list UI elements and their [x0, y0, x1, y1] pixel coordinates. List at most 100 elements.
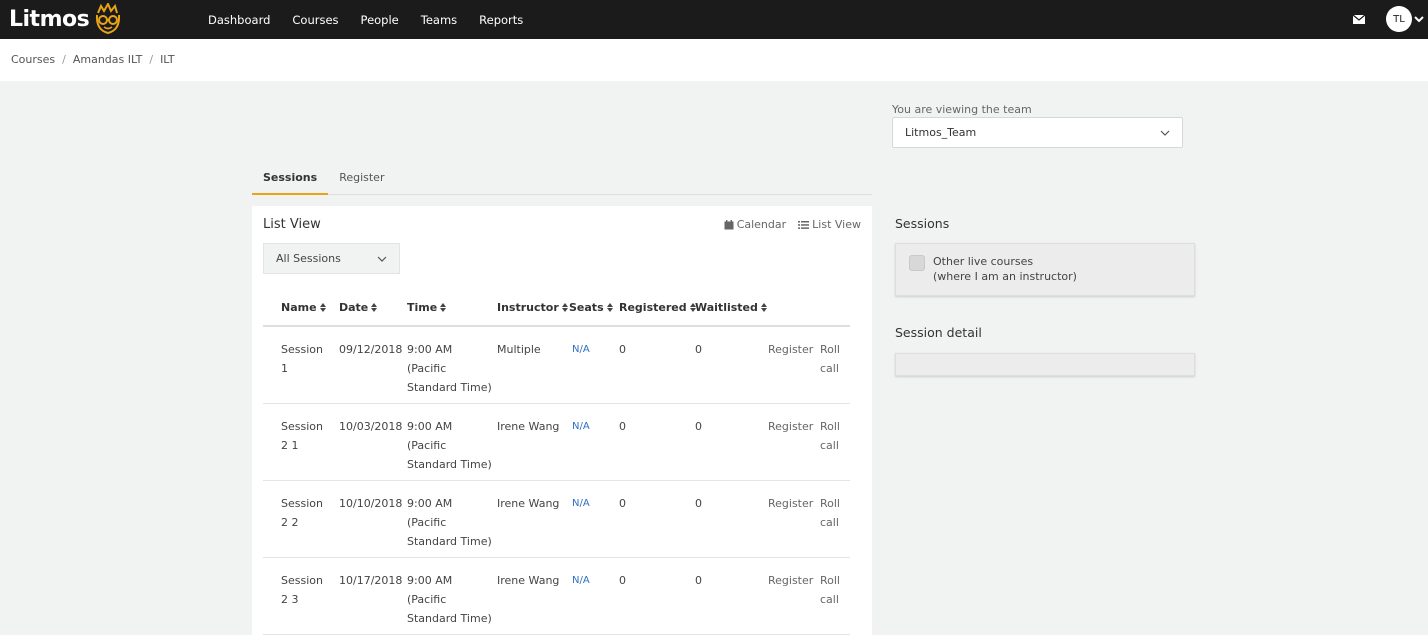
breadcrumb-separator: /: [149, 53, 154, 66]
session-detail-panel: [895, 353, 1195, 376]
table-row: Session 2 3 10/17/2018 9:00 AM (Pacific …: [263, 558, 850, 635]
sort-icon: [440, 303, 447, 312]
session-seats: N/A: [572, 344, 590, 355]
main-nav: Dashboard Courses People Teams Reports: [208, 0, 545, 39]
session-seats: N/A: [572, 421, 590, 432]
nav-people[interactable]: People: [361, 13, 399, 27]
filter-selected-value: All Sessions: [276, 252, 341, 265]
calendar-view-link[interactable]: Calendar: [724, 218, 786, 231]
session-seats: N/A: [572, 575, 590, 586]
calendar-icon: [724, 219, 734, 229]
tab-bar: Sessions Register: [252, 167, 872, 195]
sessions-side-title: Sessions: [895, 216, 950, 231]
column-header-time[interactable]: Time: [407, 301, 447, 314]
session-date: 09/12/2018: [339, 343, 403, 356]
column-label: Waitlisted: [695, 301, 758, 314]
team-label: You are viewing the team: [892, 103, 1032, 116]
table-row: Session 1 09/12/2018 9:00 AM (Pacific St…: [263, 327, 850, 404]
breadcrumb-separator: /: [62, 53, 66, 66]
column-label: Time: [407, 301, 438, 314]
roll-call-link[interactable]: Roll call: [820, 571, 846, 609]
column-header-registered[interactable]: Registered: [619, 301, 696, 314]
team-selected-value: Litmos_Team: [905, 126, 977, 139]
session-instructor: Irene Wang: [497, 497, 560, 510]
chevron-down-icon: [377, 256, 387, 262]
sort-icon: [319, 303, 326, 312]
session-time: 9:00 AM (Pacific Standard Time): [407, 574, 492, 625]
sort-icon: [561, 303, 568, 312]
view-switcher: Calendar List View: [712, 218, 861, 231]
session-instructor: Multiple: [497, 343, 541, 356]
table-row: Session 2 1 10/03/2018 9:00 AM (Pacific …: [263, 404, 850, 481]
column-header-date[interactable]: Date: [339, 301, 378, 314]
mail-icon[interactable]: [1352, 12, 1366, 26]
calendar-link-label: Calendar: [736, 218, 787, 231]
nav-reports[interactable]: Reports: [479, 13, 523, 27]
session-waitlisted: 0: [695, 497, 702, 510]
session-registered: 0: [619, 343, 626, 356]
logo-text: Litmos: [9, 6, 90, 32]
top-navbar: Litmos Dashboard Courses People Teams Re…: [0, 0, 1428, 39]
chevron-down-icon: [1160, 130, 1170, 136]
sort-icon: [760, 303, 767, 312]
checkbox-label-line: (where I am an instructor): [933, 270, 1077, 283]
session-waitlisted: 0: [695, 343, 702, 356]
list-link-label: List View: [812, 218, 861, 231]
session-registered: 0: [619, 497, 626, 510]
session-seats: N/A: [572, 498, 590, 509]
other-live-courses-label[interactable]: Other live courses (where I am an instru…: [933, 254, 1077, 284]
nav-courses[interactable]: Courses: [292, 13, 338, 27]
breadcrumb-courses[interactable]: Courses: [11, 53, 55, 66]
nav-teams[interactable]: Teams: [421, 13, 457, 27]
register-link[interactable]: Register: [768, 571, 813, 590]
roll-call-link[interactable]: Roll call: [820, 494, 846, 532]
session-name: Session 2 3: [281, 574, 323, 606]
session-filter-dropdown[interactable]: All Sessions: [263, 243, 400, 274]
litmos-logo[interactable]: Litmos: [9, 3, 123, 35]
column-header-seats[interactable]: Seats: [569, 301, 613, 314]
column-label: Name: [281, 301, 317, 314]
session-name: Session 2 2: [281, 497, 323, 529]
list-view-title: List View: [263, 217, 321, 232]
breadcrumb: Courses / Amandas ILT / ILT: [11, 53, 175, 66]
session-time: 9:00 AM (Pacific Standard Time): [407, 497, 492, 548]
session-instructor: Irene Wang: [497, 420, 560, 433]
breadcrumb-current: ILT: [160, 53, 175, 66]
session-instructor: Irene Wang: [497, 574, 560, 587]
column-header-instructor[interactable]: Instructor: [497, 301, 568, 314]
checkbox-label-line: Other live courses: [933, 255, 1034, 268]
session-date: 10/10/2018: [339, 497, 403, 510]
session-time: 9:00 AM (Pacific Standard Time): [407, 343, 492, 394]
roll-call-link[interactable]: Roll call: [820, 340, 846, 378]
sessions-list-card: List View Calendar List View All Session…: [252, 206, 872, 635]
column-label: Date: [339, 301, 369, 314]
roll-call-link[interactable]: Roll call: [820, 417, 846, 455]
session-date: 10/17/2018: [339, 574, 403, 587]
nav-dashboard[interactable]: Dashboard: [208, 13, 270, 27]
breadcrumb-course[interactable]: Amandas ILT: [73, 53, 142, 66]
chevron-down-icon[interactable]: [1414, 14, 1424, 24]
team-dropdown[interactable]: Litmos_Team: [892, 117, 1183, 148]
session-name: Session 1: [281, 343, 323, 375]
table-header: Name Date Time Instructor Seats Register…: [263, 294, 850, 327]
sessions-filter-panel: Other live courses (where I am an instru…: [895, 243, 1195, 296]
register-link[interactable]: Register: [768, 494, 813, 513]
column-header-waitlisted[interactable]: Waitlisted: [695, 301, 767, 314]
list-view-link[interactable]: List View: [798, 218, 861, 231]
user-avatar[interactable]: TL: [1386, 6, 1412, 32]
register-link[interactable]: Register: [768, 340, 813, 359]
column-header-name[interactable]: Name: [281, 301, 326, 314]
other-live-courses-checkbox[interactable]: [909, 255, 925, 271]
register-link[interactable]: Register: [768, 417, 813, 436]
list-icon: [798, 220, 810, 229]
session-detail-title: Session detail: [895, 325, 982, 340]
session-registered: 0: [619, 574, 626, 587]
table-row: Session 2 2 10/10/2018 9:00 AM (Pacific …: [263, 481, 850, 558]
column-label: Seats: [569, 301, 604, 314]
session-date: 10/03/2018: [339, 420, 403, 433]
tab-sessions[interactable]: Sessions: [252, 167, 329, 195]
session-name: Session 2 1: [281, 420, 323, 452]
column-label: Instructor: [497, 301, 559, 314]
mascot-logo-icon: [96, 3, 121, 35]
tab-register[interactable]: Register: [328, 167, 395, 195]
